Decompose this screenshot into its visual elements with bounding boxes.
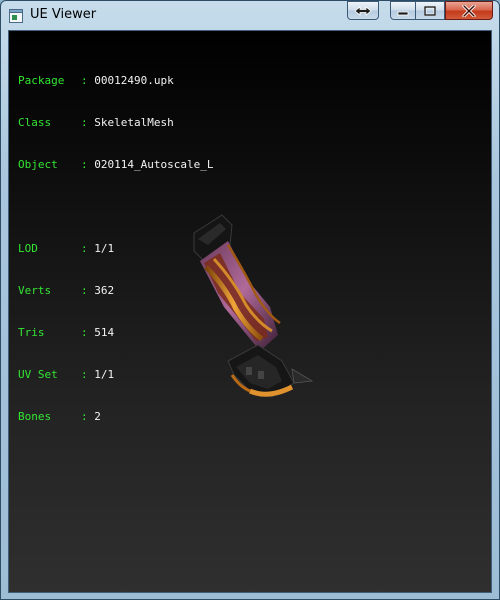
app-window: UE Viewer Package: 00012490.upk Class: … xyxy=(0,0,500,600)
package-value: 00012490.upk xyxy=(94,74,174,87)
minimize-button[interactable] xyxy=(390,1,416,20)
swap-button[interactable] xyxy=(347,1,379,20)
maximize-icon xyxy=(424,5,436,16)
swap-icon xyxy=(354,5,372,16)
object-value: 020114_Autoscale_L xyxy=(94,158,214,171)
info-row-package: Package: 00012490.upk xyxy=(18,74,174,87)
minimize-icon xyxy=(397,11,409,15)
3d-viewport[interactable]: Package: 00012490.upk Class: SkeletalMes… xyxy=(8,30,492,593)
close-icon xyxy=(462,4,476,17)
info-row-class: Class: SkeletalMesh xyxy=(18,116,174,129)
uvset-value: 1/1 xyxy=(94,368,115,381)
info-row-object: Object: 020114_Autoscale_L xyxy=(18,158,214,171)
verts-value: 362 xyxy=(94,284,115,297)
armor-mesh-model[interactable] xyxy=(184,211,324,401)
title-bar[interactable]: UE Viewer xyxy=(1,1,499,31)
maximize-button[interactable] xyxy=(416,1,445,20)
info-row-bones: Bones: 2 xyxy=(18,410,101,423)
app-window-icon xyxy=(9,8,23,23)
window-title: UE Viewer xyxy=(30,7,97,22)
close-button[interactable] xyxy=(445,1,493,20)
class-value: SkeletalMesh xyxy=(94,116,174,129)
tris-value: 514 xyxy=(94,326,115,339)
lod-value: 1/1 xyxy=(94,242,115,255)
bones-value: 2 xyxy=(94,410,101,423)
